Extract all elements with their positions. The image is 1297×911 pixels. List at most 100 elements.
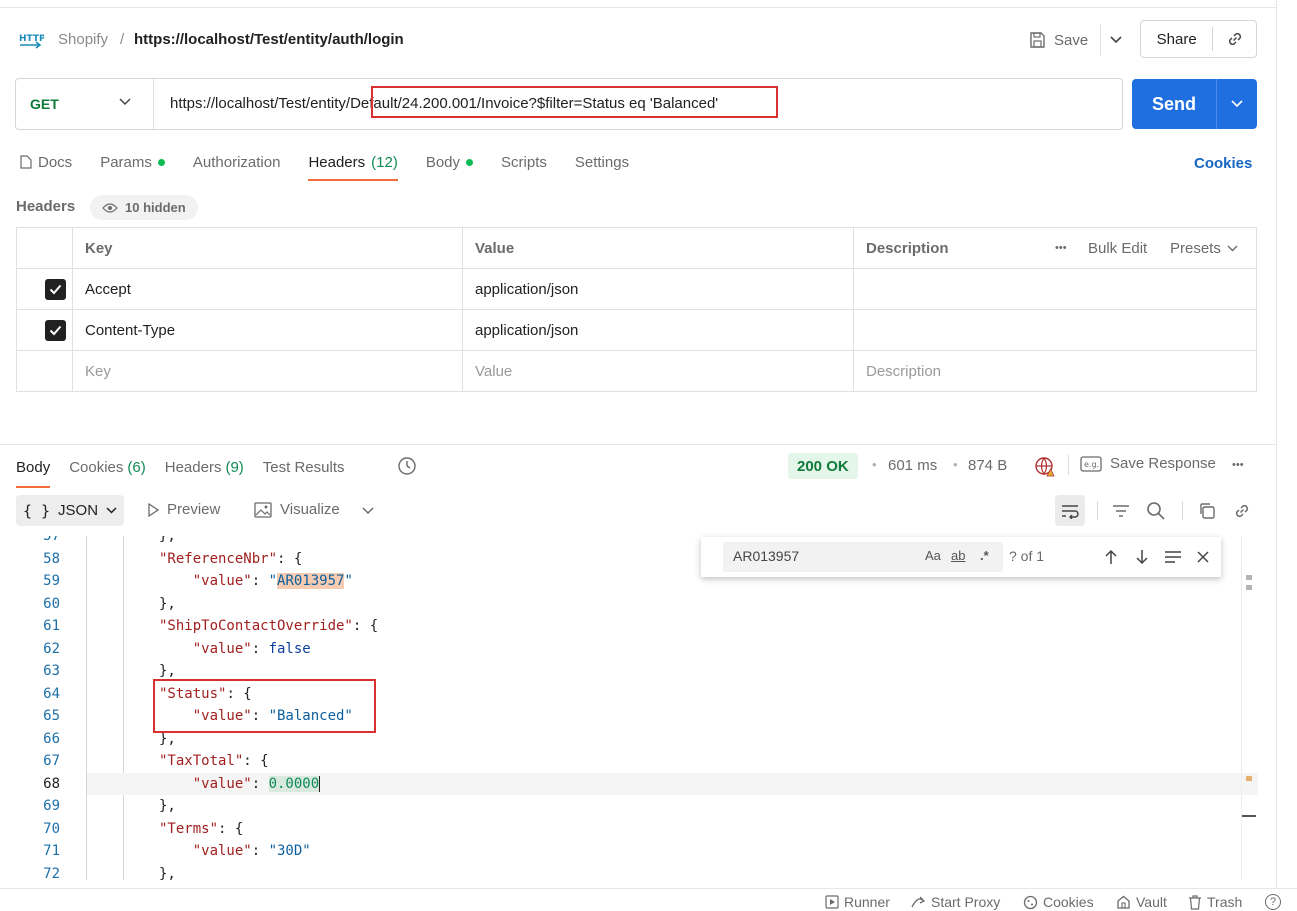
response-more-button[interactable]: ••• bbox=[1232, 459, 1244, 471]
editor-scrollbar[interactable] bbox=[1241, 536, 1242, 880]
tab-headers-label: Headers bbox=[308, 153, 366, 171]
filter-button[interactable] bbox=[1110, 500, 1132, 522]
header-description-cell[interactable] bbox=[854, 310, 1256, 350]
tab-response-body[interactable]: Body bbox=[16, 457, 51, 488]
whole-word-toggle[interactable]: ab bbox=[951, 548, 965, 563]
tab-authorization-label: Authorization bbox=[192, 153, 281, 171]
tab-response-headers[interactable]: Headers (9) bbox=[165, 457, 244, 477]
save-icon bbox=[1030, 32, 1045, 48]
code-text: "TaxTotal": { bbox=[159, 753, 269, 769]
runner-button[interactable]: Runner bbox=[825, 894, 890, 910]
new-description-input[interactable]: Description bbox=[854, 351, 1256, 391]
footer-cookies-button[interactable]: Cookies bbox=[1023, 894, 1094, 910]
new-key-input[interactable]: Key bbox=[73, 351, 462, 391]
panel-splitter[interactable] bbox=[0, 444, 1276, 445]
code-text: "ShipToContactOverride": { bbox=[159, 618, 379, 634]
regex-toggle[interactable]: .* bbox=[980, 548, 989, 563]
tab-scripts[interactable]: Scripts bbox=[501, 153, 547, 171]
presets-dropdown[interactable]: Presets bbox=[1158, 228, 1256, 268]
save-button[interactable]: Save bbox=[1028, 24, 1088, 56]
globe-network-icon[interactable] bbox=[1034, 456, 1056, 478]
previous-match-button[interactable] bbox=[1100, 546, 1122, 568]
send-button[interactable]: Send bbox=[1132, 94, 1216, 115]
header-value-cell[interactable]: application/json bbox=[463, 310, 853, 350]
header-description-cell[interactable] bbox=[854, 269, 1256, 309]
code-text: "value": 0.0000 bbox=[159, 775, 321, 792]
send-options-button[interactable] bbox=[1216, 79, 1256, 129]
line-number: 68 bbox=[43, 775, 60, 792]
chevron-down-icon bbox=[119, 98, 131, 106]
hidden-headers-toggle[interactable]: 10 hidden bbox=[90, 195, 198, 220]
header-key-cell[interactable]: Content-Type bbox=[73, 310, 462, 350]
line-number: 72 bbox=[43, 865, 60, 881]
tab-body[interactable]: Body bbox=[426, 153, 474, 171]
header-value-cell[interactable]: application/json bbox=[463, 269, 853, 309]
cookies-link[interactable]: Cookies bbox=[1194, 155, 1252, 172]
row-checkbox[interactable] bbox=[45, 269, 73, 309]
search-button[interactable] bbox=[1145, 500, 1167, 522]
copy-link-button[interactable] bbox=[1212, 27, 1256, 51]
response-time[interactable]: 601 ms bbox=[888, 457, 937, 474]
tab-settings[interactable]: Settings bbox=[575, 153, 629, 171]
toolbar-divider bbox=[1097, 501, 1098, 520]
row-checkbox[interactable] bbox=[45, 310, 73, 350]
code-line: 71 "value": "30D" bbox=[0, 840, 1258, 863]
request-name[interactable]: https://localhost/Test/entity/auth/login bbox=[134, 31, 404, 48]
bulk-edit-button[interactable]: Bulk Edit bbox=[1076, 228, 1161, 268]
line-number: 69 bbox=[43, 798, 60, 814]
vault-icon bbox=[1117, 895, 1130, 909]
response-size[interactable]: 874 B bbox=[968, 457, 1007, 474]
visualize-button[interactable]: Visualize bbox=[254, 501, 340, 518]
link-icon bbox=[1235, 504, 1249, 518]
trash-button[interactable]: Trash bbox=[1188, 894, 1242, 910]
code-text: "Terms": { bbox=[159, 820, 244, 837]
response-status-badge[interactable]: 200 OK bbox=[788, 453, 858, 479]
tab-docs[interactable]: Docs bbox=[20, 153, 72, 171]
next-match-button[interactable] bbox=[1131, 546, 1153, 568]
tab-response-cookies-label: Cookies bbox=[69, 458, 124, 476]
example-icon: e.g. bbox=[1080, 455, 1102, 472]
method-select[interactable]: GET bbox=[16, 79, 154, 129]
copy-icon bbox=[1200, 503, 1215, 519]
new-value-input[interactable]: Value bbox=[463, 351, 853, 391]
code-text: "value": false bbox=[159, 640, 311, 657]
share-button[interactable]: Share bbox=[1141, 31, 1212, 48]
tab-headers[interactable]: Headers (12) bbox=[308, 153, 399, 181]
tab-params[interactable]: Params bbox=[100, 153, 165, 171]
tab-test-results[interactable]: Test Results bbox=[263, 457, 345, 477]
format-select[interactable]: { } JSON bbox=[16, 495, 124, 526]
proxy-icon bbox=[911, 896, 926, 908]
chevron-down-icon bbox=[106, 507, 117, 514]
history-icon[interactable] bbox=[397, 456, 417, 476]
footer-cookies-label: Cookies bbox=[1043, 894, 1094, 910]
find-in-selection-button[interactable] bbox=[1162, 546, 1184, 568]
vault-button[interactable]: Vault bbox=[1116, 894, 1167, 910]
copy-button[interactable] bbox=[1196, 500, 1218, 522]
copy-link-button[interactable] bbox=[1231, 500, 1253, 522]
start-proxy-button[interactable]: Start Proxy bbox=[910, 894, 1000, 910]
save-options-button[interactable] bbox=[1100, 24, 1130, 56]
tab-authorization[interactable]: Authorization bbox=[193, 153, 281, 171]
scroll-marker bbox=[1246, 776, 1252, 781]
send-button-group: Send bbox=[1132, 79, 1257, 129]
save-response-button[interactable]: e.g. Save Response bbox=[1080, 455, 1216, 472]
runner-icon bbox=[825, 895, 839, 909]
match-case-toggle[interactable]: Aa bbox=[925, 548, 941, 563]
code-text: }, bbox=[159, 595, 176, 612]
find-input[interactable]: AR013957 bbox=[733, 548, 799, 564]
close-find-button[interactable] bbox=[1192, 546, 1214, 568]
help-button[interactable]: ? bbox=[1265, 894, 1281, 910]
column-header-key: Key bbox=[85, 239, 113, 257]
line-number: 61 bbox=[43, 618, 60, 634]
preview-button[interactable]: Preview bbox=[147, 501, 220, 518]
word-wrap-toggle[interactable] bbox=[1055, 495, 1085, 526]
breadcrumb-workspace[interactable]: Shopify bbox=[58, 31, 108, 48]
table-row: Content-Type application/json bbox=[17, 310, 1256, 351]
format-label: JSON bbox=[58, 502, 99, 519]
filter-icon bbox=[1113, 505, 1129, 517]
line-number: 57 bbox=[43, 536, 60, 544]
tab-response-cookies[interactable]: Cookies (6) bbox=[69, 457, 146, 477]
chevron-down-icon[interactable] bbox=[361, 506, 375, 516]
line-number: 62 bbox=[43, 640, 60, 657]
header-key-cell[interactable]: Accept bbox=[73, 269, 462, 309]
